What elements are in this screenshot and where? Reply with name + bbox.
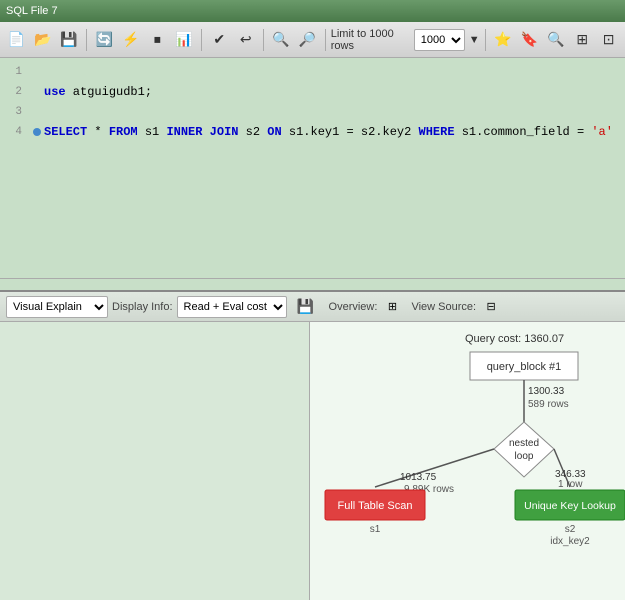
view-mode-select[interactable]: Visual Explain Tabular Explain — [6, 296, 108, 318]
explain-diagram: Query cost: 1360.07 query_block #1 1300.… — [310, 322, 625, 600]
overview-button[interactable]: ⊞ — [381, 296, 403, 318]
unique-key-lookup-label: Unique Key Lookup — [524, 500, 616, 512]
s2-label: s2 — [565, 524, 576, 535]
line-number-3: 3 — [0, 106, 30, 118]
new-file-button[interactable]: 📄 — [4, 27, 28, 53]
execute-button[interactable]: ⚡ — [119, 27, 143, 53]
idx-key2-label: idx_key2 — [550, 536, 590, 547]
nested-loop-diamond — [494, 422, 554, 477]
refresh-button[interactable]: 🔄 — [92, 27, 116, 53]
sql-editor[interactable]: 1 2 use atguigudb1; 3 4 SELECT * FROM s1… — [0, 58, 625, 278]
separator-1 — [86, 29, 87, 51]
zoom-button[interactable]: 🔍 — [544, 27, 568, 53]
limit-select[interactable]: 1000 500 200 — [414, 29, 465, 51]
full-table-scan-label: Full Table Scan — [337, 500, 412, 512]
line-number-1: 1 — [0, 66, 30, 78]
commit-button[interactable]: ✔ — [207, 27, 231, 53]
main-toolbar: 📄 📂 💾 🔄 ⚡ ⏹ 📊 ✔ ↩ 🔍 🔎 Limit to 1000 rows… — [0, 22, 625, 58]
explain-content: Query cost: 1360.07 query_block #1 1300.… — [0, 322, 625, 600]
save-button[interactable]: 💾 — [57, 27, 81, 53]
line-4: 4 SELECT * FROM s1 INNER JOIN s2 ON s1.k… — [0, 122, 625, 142]
search-button[interactable]: 🔍 — [269, 27, 293, 53]
display-info-select[interactable]: Read + Eval cost Read cost only — [177, 296, 287, 318]
title-text: SQL File 7 — [6, 5, 58, 17]
query-block-label: query_block #1 — [487, 361, 562, 373]
line-dot-4 — [30, 128, 44, 136]
cost-label-1: 1300.33 — [528, 386, 565, 397]
line-2: 2 use atguigudb1; — [0, 82, 625, 102]
explain-left-panel — [0, 322, 310, 600]
explain-svg: Query cost: 1360.07 query_block #1 1300.… — [310, 322, 625, 600]
horizontal-scrollbar[interactable] — [0, 278, 625, 290]
stop-button[interactable]: ⏹ — [145, 27, 169, 53]
line-content-2: use atguigudb1; — [44, 85, 625, 99]
display-info-label: Display Info: — [112, 301, 173, 313]
line-number-4: 4 — [0, 126, 30, 138]
explain-button[interactable]: 📊 — [172, 27, 196, 53]
view-source-button[interactable]: ⊟ — [480, 296, 502, 318]
separator-4 — [325, 29, 326, 51]
titlebar: SQL File 7 — [0, 0, 625, 22]
view-source-label: View Source: — [411, 301, 476, 313]
s1-label: s1 — [370, 524, 381, 535]
cost-label-2: 1013.75 — [400, 472, 437, 483]
nested-loop-label-1: nested — [509, 438, 539, 449]
separator-2 — [201, 29, 202, 51]
dropdown-icon: ▼ — [469, 34, 480, 46]
rows-label-1: 589 rows — [528, 399, 569, 410]
rollback-button[interactable]: ↩ — [234, 27, 258, 53]
limit-container: Limit to 1000 rows 1000 500 200 ▼ — [331, 28, 480, 52]
bottom-panel: Visual Explain Tabular Explain Display I… — [0, 290, 625, 600]
format-button[interactable]: ⊞ — [570, 27, 594, 53]
separator-5 — [485, 29, 486, 51]
line-3: 3 — [0, 102, 625, 122]
panel-save-button[interactable]: 💾 — [295, 296, 317, 318]
bookmark-button[interactable]: 🔖 — [517, 27, 541, 53]
separator-3 — [263, 29, 264, 51]
line-number-2: 2 — [0, 86, 30, 98]
nested-loop-label-2: loop — [515, 451, 534, 462]
schema-button[interactable]: ⊡ — [596, 27, 620, 53]
limit-label: Limit to 1000 rows — [331, 28, 410, 52]
line-content-4: SELECT * FROM s1 INNER JOIN s2 ON s1.key… — [44, 125, 625, 139]
open-button[interactable]: 📂 — [30, 27, 54, 53]
overview-label: Overview: — [329, 301, 378, 313]
rows-label-3: 1 row — [558, 479, 583, 490]
star-button[interactable]: ⭐ — [491, 27, 515, 53]
line-1: 1 — [0, 62, 625, 82]
query-cost-text: Query cost: 1360.07 — [465, 333, 564, 345]
panel-toolbar: Visual Explain Tabular Explain Display I… — [0, 292, 625, 322]
find-button[interactable]: 🔎 — [295, 27, 319, 53]
